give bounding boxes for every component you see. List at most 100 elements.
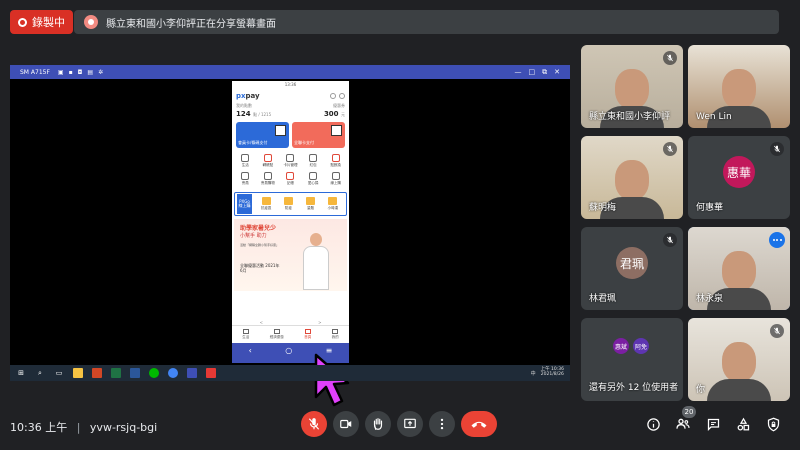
participant-tile[interactable]: 蘇明梅 xyxy=(581,136,683,219)
pxpay-logo: pxpay xyxy=(236,92,260,100)
service-label: 記帳 xyxy=(286,181,294,185)
banner-small: 活動「網購全聯小幫手好康」 xyxy=(240,243,280,247)
service-grid-item: 生活 xyxy=(234,154,257,168)
recording-label: 錄製中 xyxy=(32,16,65,29)
promo-items: 抗疫區 防疫 量販 小時達 xyxy=(255,197,344,211)
file-explorer-icon xyxy=(73,368,83,378)
promo-icon xyxy=(328,197,338,205)
participant-tile[interactable]: 縣立東和國小李仰評 xyxy=(581,45,683,128)
service-icon xyxy=(331,154,340,162)
service-grid-item: 會員購物 xyxy=(257,172,280,186)
participant-body xyxy=(707,379,771,401)
stack-icon: ▤ xyxy=(87,68,94,76)
participant-tile[interactable]: 你 xyxy=(688,318,790,401)
minimize-icon: — xyxy=(514,67,522,76)
service-label: 點數換 xyxy=(330,163,341,167)
ime-indicator: 中 xyxy=(530,370,536,377)
taskbar-clock: 上午 10:36 2021/8/26 xyxy=(540,367,564,377)
meeting-info: 10:36 上午 | yvw-rsjq-bgi xyxy=(10,419,157,435)
recording-icon xyxy=(18,17,27,27)
participant-name: 縣立東和國小李仰評 xyxy=(589,112,671,122)
info-icon xyxy=(646,417,660,431)
service-grid-item: 會員 xyxy=(234,172,257,186)
service-icon xyxy=(241,172,250,180)
acrobat-icon xyxy=(206,368,216,378)
participant-avatar: 君珮 xyxy=(616,247,648,279)
screen-share-view: SM A715F ▣ ▪ ◘ ▤ ✲ — □ ⧉ ✕ 13:36 pxpay 我… xyxy=(10,65,570,407)
search-icon: ⌕ xyxy=(38,368,42,377)
participant-name: Wen Lin xyxy=(696,112,732,122)
participant-tile[interactable]: 惠華 何惠華 xyxy=(688,136,790,219)
clock: 10:36 上午 xyxy=(10,421,68,434)
mic-off-icon xyxy=(663,233,677,247)
video-icon: ▪ xyxy=(68,68,73,76)
other-avatars: 惠斌 阿免 xyxy=(611,336,651,356)
promo-item: 小時達 xyxy=(322,197,344,211)
mic-off-icon xyxy=(663,142,677,156)
participant-tile[interactable]: 惠斌 阿免 還有另外 12 位使用者 xyxy=(581,318,683,401)
participant-tile[interactable]: 君珮 林君珮 xyxy=(581,227,683,310)
more-vert-icon xyxy=(440,418,444,430)
promo-icon xyxy=(306,197,316,205)
camera-button[interactable] xyxy=(333,411,359,437)
profile-icon xyxy=(330,93,336,99)
participant-tile[interactable]: 林永泉 xyxy=(688,227,790,310)
tab-icon xyxy=(332,329,339,334)
banner-title: 助學家暑兒少 xyxy=(240,225,277,232)
more-options-button[interactable] xyxy=(429,411,455,437)
phone-status-bar: 13:36 xyxy=(284,82,297,87)
mic-off-icon xyxy=(770,142,784,156)
presenter-avatar-icon xyxy=(84,15,98,29)
activities-button[interactable] xyxy=(733,414,753,434)
presenting-banner: 縣立東和國小李仰評正在分享螢幕畫面 xyxy=(74,10,779,34)
mirror-window-titlebar: SM A715F ▣ ▪ ◘ ▤ ✲ — □ ⧉ ✕ xyxy=(10,65,570,79)
system-tray: 中 上午 10:36 2021/8/26 xyxy=(530,367,564,378)
meeting-details-button[interactable] xyxy=(643,414,663,434)
promo-item: 量販 xyxy=(300,197,322,211)
promo-icon xyxy=(283,197,293,205)
microphone-off-button[interactable] xyxy=(301,411,327,437)
word-icon xyxy=(130,368,140,378)
chat-button[interactable] xyxy=(703,414,723,434)
video-camera-icon xyxy=(340,419,352,429)
service-grid-item: 線上購 xyxy=(324,172,347,186)
points-label: 我的點數 xyxy=(236,103,252,108)
service-icon xyxy=(263,154,272,162)
promo-label: 防疫 xyxy=(284,206,292,210)
present-button[interactable] xyxy=(397,411,423,437)
tab-icon xyxy=(273,329,280,334)
presenting-text: 縣立東和國小李仰評正在分享螢幕畫面 xyxy=(106,18,276,30)
service-icon xyxy=(331,172,340,180)
line-icon xyxy=(149,368,159,378)
service-label: 卡片管理 xyxy=(283,163,298,167)
more-options-icon[interactable] xyxy=(769,232,785,248)
service-label: 線上購 xyxy=(330,181,341,185)
mic-off-icon xyxy=(663,51,677,65)
app-header: pxpay xyxy=(232,89,349,103)
promo-banner: 助學家暑兒少 小幫手 助力 活動「網購全聯小幫手好康」 全聯優惠活動 2021年… xyxy=(234,219,347,291)
leave-call-button[interactable] xyxy=(461,411,497,437)
phone-screen: 13:36 pxpay 我的點數 優惠券 124 點 / 1215 300 元 … xyxy=(232,81,349,363)
shapes-icon xyxy=(737,417,749,430)
chat-icon xyxy=(707,418,719,431)
participant-name: 林永泉 xyxy=(696,294,724,304)
home-icon: ○ xyxy=(285,345,293,355)
participant-avatar: 惠華 xyxy=(723,156,755,188)
people-icon xyxy=(676,418,690,429)
participant-face xyxy=(722,341,756,382)
windows-start-icon: ⊞ xyxy=(18,369,24,377)
participant-tile[interactable]: Wen Lin xyxy=(688,45,790,128)
recording-badge[interactable]: 錄製中 xyxy=(10,10,73,34)
participant-name: 你 xyxy=(696,385,706,395)
service-label: 會員購物 xyxy=(260,181,275,185)
participant-name: 蘇明梅 xyxy=(589,203,617,213)
raise-hand-button[interactable] xyxy=(365,411,391,437)
tab-label: 經濟優惠 xyxy=(269,335,284,339)
app-tab: 首頁 xyxy=(304,329,311,340)
host-controls-button[interactable] xyxy=(763,414,783,434)
banner-note: 全聯優惠活動 2021年6月 xyxy=(240,263,280,274)
task-view-icon: ▭ xyxy=(55,369,63,377)
qr-code-icon xyxy=(331,125,342,136)
pxgo-promo: PXGo 線上購 抗疫區 防疫 量販 小時達 xyxy=(234,192,347,216)
notification-icon xyxy=(339,93,345,99)
